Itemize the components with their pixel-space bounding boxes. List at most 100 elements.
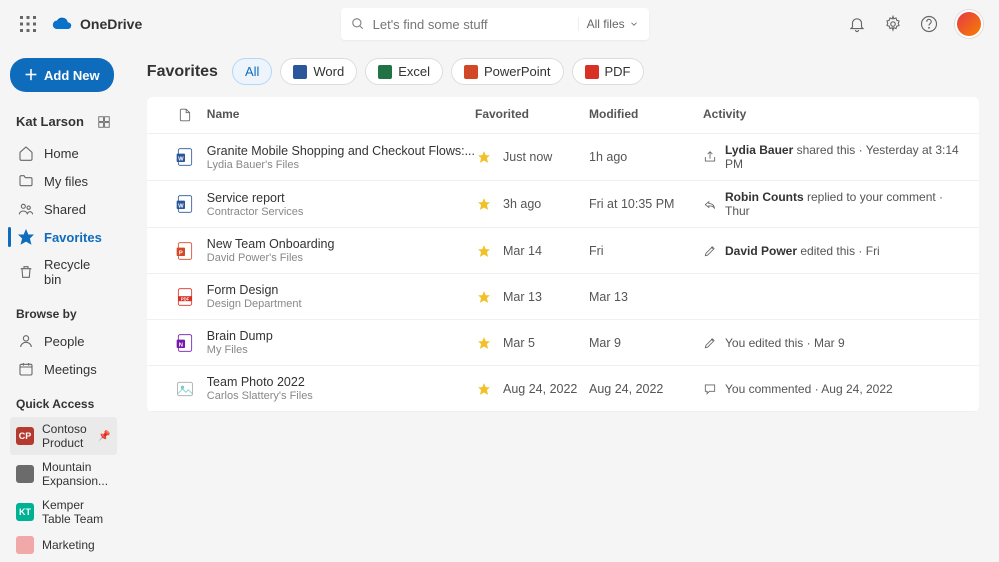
person-icon bbox=[18, 333, 34, 349]
nav-home[interactable]: Home bbox=[10, 139, 117, 167]
table-row[interactable]: W Granite Mobile Shopping and Checkout F… bbox=[147, 134, 979, 181]
add-new-button[interactable]: ＋Add New bbox=[10, 58, 114, 92]
browse-people[interactable]: People bbox=[10, 327, 117, 355]
activity-cell: You commented · Aug 24, 2022 bbox=[703, 382, 963, 396]
search-filter[interactable]: All files bbox=[578, 17, 639, 31]
search-bar[interactable]: All files bbox=[341, 8, 649, 40]
table-row[interactable]: PDF Form DesignDesign Department Mar 13 … bbox=[147, 274, 979, 320]
star-icon[interactable] bbox=[475, 336, 493, 350]
favorited-date: Mar 13 bbox=[503, 290, 542, 304]
quick-access-item[interactable]: CPContoso Product📌 bbox=[10, 417, 117, 455]
onenote-file-icon: N bbox=[174, 330, 196, 356]
search-icon bbox=[351, 17, 365, 31]
word-icon bbox=[293, 65, 307, 79]
file-name: Granite Mobile Shopping and Checkout Flo… bbox=[207, 144, 475, 158]
favorited-date: Just now bbox=[503, 150, 552, 164]
file-name: Form Design bbox=[207, 283, 475, 297]
app-launcher-icon[interactable] bbox=[16, 12, 40, 36]
user-row[interactable]: Kat Larson bbox=[10, 110, 117, 133]
file-location: Contractor Services bbox=[207, 206, 475, 218]
star-icon[interactable] bbox=[475, 244, 493, 258]
table-row[interactable]: Team Photo 2022Carlos Slattery's Files A… bbox=[147, 366, 979, 412]
filter-excel[interactable]: Excel bbox=[365, 58, 443, 85]
help-icon[interactable] bbox=[919, 14, 939, 34]
file-name: Brain Dump bbox=[207, 329, 475, 343]
star-icon[interactable] bbox=[475, 150, 493, 164]
star-icon bbox=[18, 229, 34, 245]
brand[interactable]: OneDrive bbox=[52, 14, 142, 34]
word-file-icon: W bbox=[174, 191, 196, 217]
favorited-date: 3h ago bbox=[503, 197, 541, 211]
user-avatar[interactable] bbox=[955, 10, 983, 38]
modified-date: Fri bbox=[589, 244, 703, 258]
brand-name: OneDrive bbox=[80, 16, 142, 32]
col-favorited[interactable]: Favorited bbox=[475, 107, 589, 123]
browse-meetings[interactable]: Meetings bbox=[10, 355, 117, 383]
activity-cell: You edited this · Mar 9 bbox=[703, 336, 963, 350]
quick-access-item[interactable]: KTKemper Table Team bbox=[10, 493, 117, 531]
file-location: Design Department bbox=[207, 298, 475, 310]
nav-my-files[interactable]: My files bbox=[10, 167, 117, 195]
quick-access-item[interactable]: Mountain Expansion... bbox=[10, 455, 117, 493]
search-input[interactable] bbox=[373, 17, 570, 32]
team-icon: KT bbox=[16, 503, 34, 521]
people-icon bbox=[18, 201, 34, 217]
pdf-file-icon: PDF bbox=[174, 284, 196, 310]
main-content: Favorites All Word Excel PowerPoint PDF Name… bbox=[127, 48, 999, 562]
file-table: Name Favorited Modified Activity W Grani… bbox=[147, 97, 979, 412]
edit-icon bbox=[703, 244, 717, 258]
plus-icon: ＋ bbox=[24, 65, 38, 85]
word-file-icon: W bbox=[174, 144, 196, 170]
star-icon[interactable] bbox=[475, 382, 493, 396]
svg-text:P: P bbox=[179, 250, 183, 256]
star-icon[interactable] bbox=[475, 197, 493, 211]
home-icon bbox=[18, 145, 34, 161]
ppt-file-icon: P bbox=[174, 238, 196, 264]
powerpoint-icon bbox=[464, 65, 478, 79]
image-file-icon bbox=[174, 376, 196, 402]
modified-date: Aug 24, 2022 bbox=[589, 382, 703, 396]
folder-icon bbox=[18, 173, 34, 189]
file-location: My Files bbox=[207, 344, 475, 356]
favorited-date: Aug 24, 2022 bbox=[503, 382, 577, 396]
nav-shared[interactable]: Shared bbox=[10, 195, 117, 223]
col-activity[interactable]: Activity bbox=[703, 107, 963, 123]
header: OneDrive All files bbox=[0, 0, 999, 48]
col-name[interactable]: Name bbox=[207, 107, 475, 123]
file-location: Carlos Slattery's Files bbox=[207, 390, 475, 402]
trash-icon bbox=[18, 264, 34, 280]
filter-all[interactable]: All bbox=[232, 58, 272, 85]
excel-icon bbox=[378, 65, 392, 79]
file-location: Lydia Bauer's Files bbox=[207, 159, 475, 171]
sidebar: ＋Add New Kat Larson HomeMy filesSharedFa… bbox=[0, 48, 127, 562]
modified-date: 1h ago bbox=[589, 150, 703, 164]
team-icon bbox=[16, 465, 34, 483]
quick-access-item[interactable]: Marketing bbox=[10, 531, 117, 559]
col-modified[interactable]: Modified bbox=[589, 107, 703, 123]
svg-text:W: W bbox=[178, 156, 184, 162]
svg-text:PDF: PDF bbox=[181, 296, 190, 301]
edit-icon bbox=[703, 336, 717, 350]
calendar-icon bbox=[18, 361, 34, 377]
layout-icon bbox=[97, 115, 111, 129]
activity-cell: Robin Counts replied to your comment · T… bbox=[703, 190, 963, 218]
file-location: David Power's Files bbox=[207, 252, 475, 264]
page-title: Favorites bbox=[147, 63, 218, 81]
pin-icon: 📌 bbox=[98, 431, 110, 442]
settings-icon[interactable] bbox=[883, 14, 903, 34]
star-icon[interactable] bbox=[475, 290, 493, 304]
nav-favorites[interactable]: Favorites bbox=[10, 223, 117, 251]
file-name: Team Photo 2022 bbox=[207, 375, 475, 389]
filter-pdf[interactable]: PDF bbox=[572, 58, 644, 85]
nav-recycle-bin[interactable]: Recycle bin bbox=[10, 251, 117, 293]
reply-icon bbox=[703, 197, 717, 211]
team-icon: CP bbox=[16, 427, 34, 445]
notifications-icon[interactable] bbox=[847, 14, 867, 34]
filter-powerpoint[interactable]: PowerPoint bbox=[451, 58, 563, 85]
table-row[interactable]: P New Team OnboardingDavid Power's Files… bbox=[147, 228, 979, 274]
table-row[interactable]: W Service reportContractor Services 3h a… bbox=[147, 181, 979, 228]
table-row[interactable]: N Brain DumpMy Files Mar 5 Mar 9 You edi… bbox=[147, 320, 979, 366]
filter-word[interactable]: Word bbox=[280, 58, 357, 85]
svg-text:W: W bbox=[178, 203, 184, 209]
activity-cell: Lydia Bauer shared this · Yesterday at 3… bbox=[703, 143, 963, 171]
